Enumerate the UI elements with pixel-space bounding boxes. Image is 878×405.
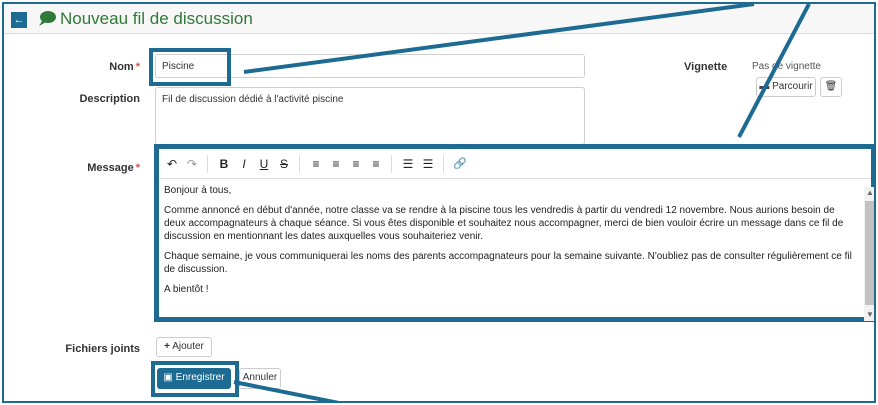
arrow-to-save xyxy=(233,380,340,401)
form-window: ← Nouveau fil de discussion Nom * Piscine… xyxy=(2,2,876,403)
annotation-arrows xyxy=(233,4,811,401)
arrow-to-editor xyxy=(737,4,811,138)
arrow-to-nom xyxy=(243,4,755,74)
